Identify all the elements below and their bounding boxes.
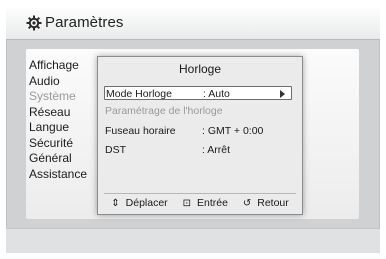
popup-title: Horloge xyxy=(178,62,222,76)
row-fuseau-horaire[interactable]: Fuseau horaire : GMT + 0:00 xyxy=(104,124,292,138)
bottom-band xyxy=(6,228,380,253)
popup-divider xyxy=(104,193,296,194)
clock-popup: Horloge Mode Horloge : Auto Paramétrage … xyxy=(97,56,303,215)
help-back-label: Retour xyxy=(257,197,289,209)
row-parametrage-horloge[interactable]: Paramétrage de l'horloge xyxy=(104,104,292,118)
help-enter: ⊡ Entrée xyxy=(180,197,234,209)
help-enter-label: Entrée xyxy=(196,197,228,209)
help-move: ⇕ Déplacer xyxy=(108,197,173,209)
row-label: DST xyxy=(105,144,126,156)
return-icon: ↺ xyxy=(242,198,252,209)
help-move-label: Déplacer xyxy=(125,197,168,209)
header-bar: Paramètres xyxy=(6,6,380,40)
gear-icon xyxy=(26,15,42,31)
help-bar: ⇕ Déplacer ⊡ Entrée ↺ Retour xyxy=(98,197,302,209)
chevron-right-icon xyxy=(280,90,285,98)
settings-screen: Paramètres Affichage Audio Système Résea… xyxy=(6,6,380,253)
row-mode-horloge[interactable]: Mode Horloge : Auto xyxy=(104,86,292,100)
row-label: Fuseau horaire xyxy=(105,125,176,137)
enter-icon: ⊡ xyxy=(182,198,191,209)
help-back: ↺ Retour xyxy=(240,197,292,209)
row-label: Mode Horloge xyxy=(106,88,172,100)
row-label: Paramétrage de l'horloge xyxy=(105,105,223,117)
row-value: : Arrêt xyxy=(202,144,231,156)
page-title: Paramètres xyxy=(45,14,124,31)
row-value: : Auto xyxy=(203,88,230,100)
row-dst[interactable]: DST : Arrêt xyxy=(104,143,292,157)
row-value: : GMT + 0:00 xyxy=(202,125,264,137)
updown-icon: ⇕ xyxy=(111,198,120,209)
